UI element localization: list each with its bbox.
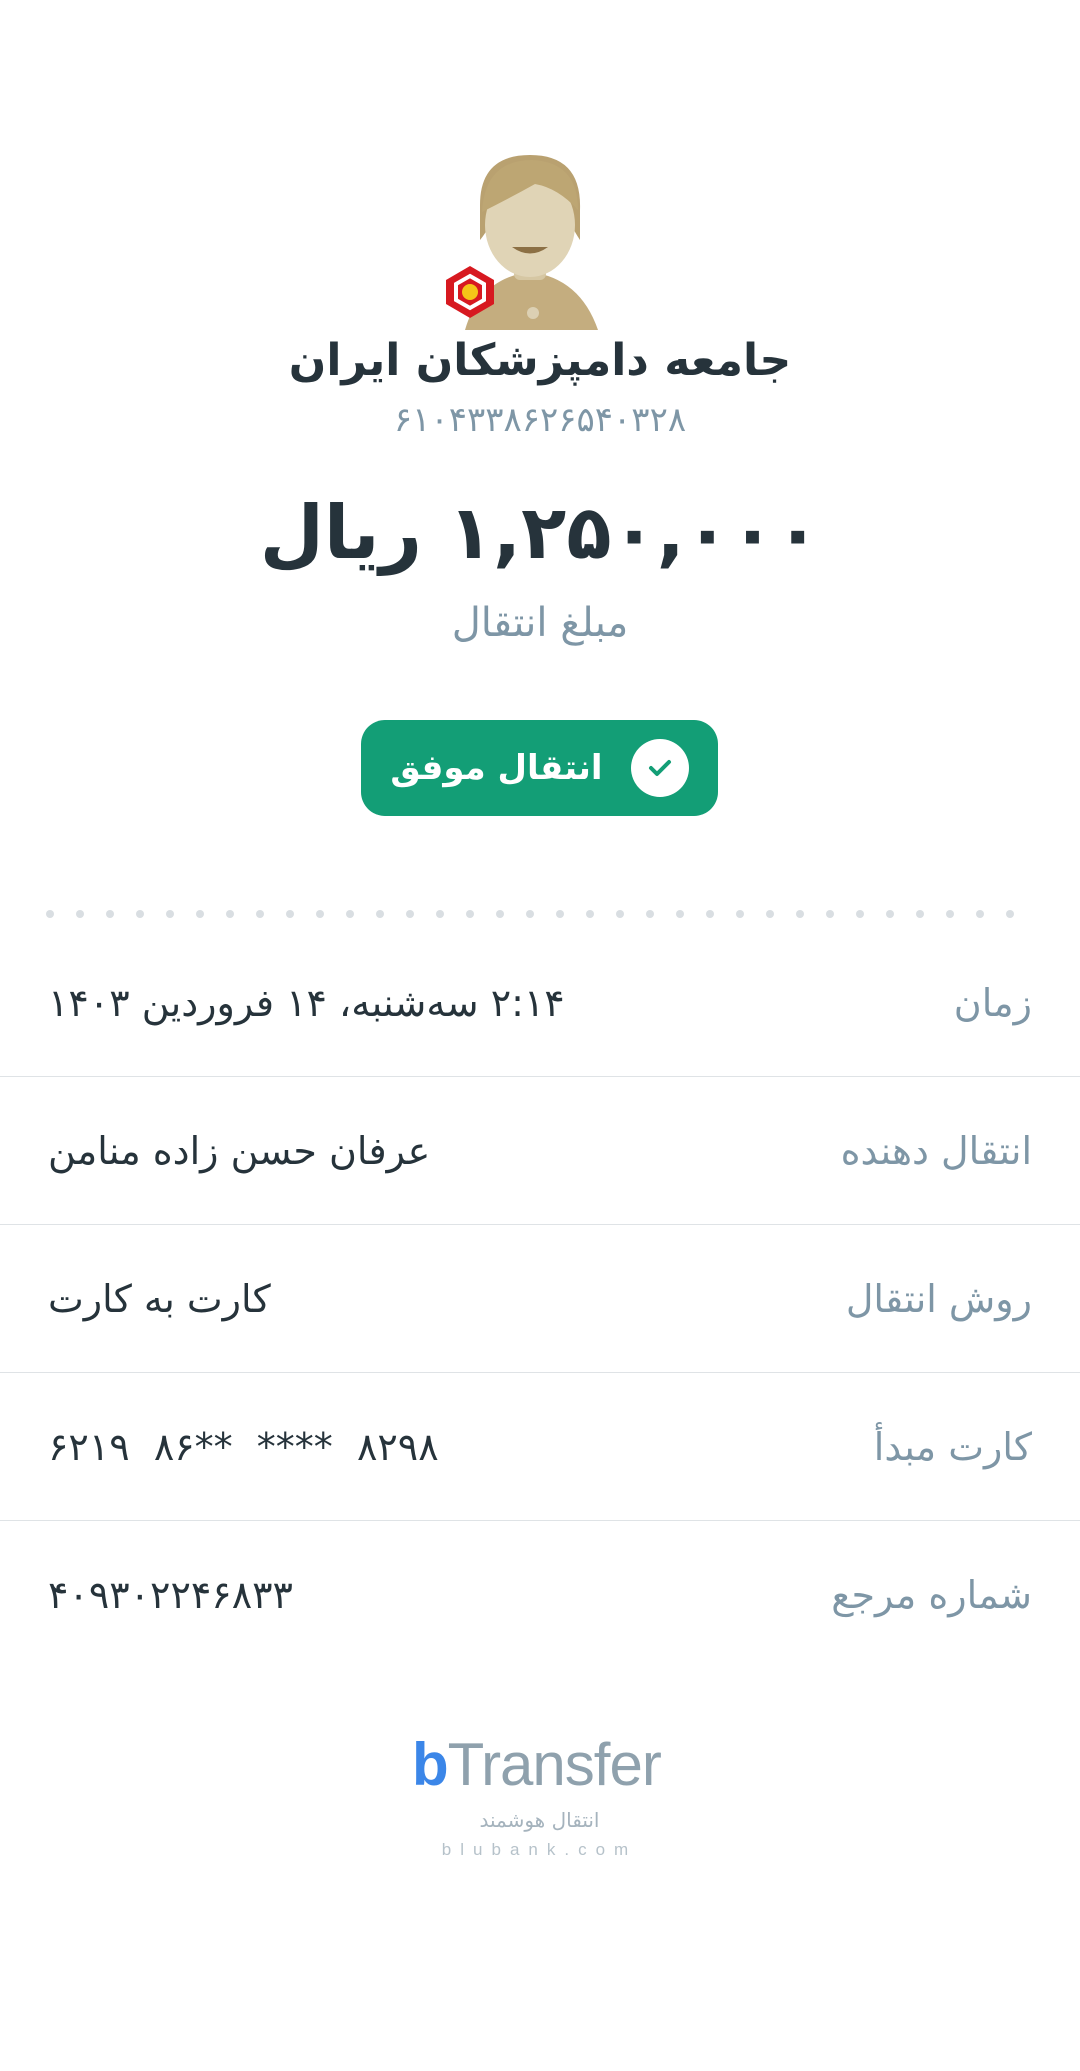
divider-dot — [136, 910, 144, 918]
divider-dot — [946, 910, 954, 918]
divider-dot — [286, 910, 294, 918]
detail-row-source-card: کارت مبدأ ۸۲۹۸ **** **۸۶ ۶۲۱۹ — [0, 1373, 1080, 1521]
detail-value: عرفان حسن زاده منامن — [48, 1129, 431, 1173]
divider-dot — [106, 910, 114, 918]
detail-label: شماره مرجع — [831, 1573, 1032, 1617]
divider-dot — [556, 910, 564, 918]
detail-label: زمان — [953, 981, 1032, 1025]
divider-dot — [436, 910, 444, 918]
detail-row-method: روش انتقال کارت به کارت — [0, 1225, 1080, 1373]
divider-dot — [856, 910, 864, 918]
btransfer-logo: bTransfer انتقال هوشمند blubank.com — [400, 1730, 680, 1860]
divider-dot — [376, 910, 384, 918]
detail-row-reference: شماره مرجع ۴۰۹۳۰۲۲۴۶۸۳۳ — [0, 1521, 1080, 1669]
divider-dot — [256, 910, 264, 918]
divider-dot — [466, 910, 474, 918]
detail-label: کارت مبدأ — [873, 1425, 1032, 1469]
divider-dot — [406, 910, 414, 918]
divider-dot — [796, 910, 804, 918]
logo-tagline: انتقال هوشمند — [479, 1808, 600, 1832]
status-label: انتقال موفق — [390, 748, 603, 788]
divider-dot — [976, 910, 984, 918]
detail-label: انتقال دهنده — [840, 1129, 1032, 1173]
detail-value: ۴۰۹۳۰۲۲۴۶۸۳۳ — [48, 1573, 293, 1617]
divider-dot — [706, 910, 714, 918]
status-badge: انتقال موفق — [361, 720, 718, 816]
logo-wordmark: bTransfer — [412, 1731, 662, 1798]
divider-dot — [76, 910, 84, 918]
divider-dot — [616, 910, 624, 918]
divider-dot — [496, 910, 504, 918]
dotted-divider — [46, 910, 1030, 920]
divider-dot — [766, 910, 774, 918]
divider-dot — [736, 910, 744, 918]
divider-dot — [166, 910, 174, 918]
divider-dot — [346, 910, 354, 918]
divider-dot — [46, 910, 54, 918]
detail-value: کارت به کارت — [48, 1277, 271, 1321]
detail-row-time: زمان ۲:۱۴ سه‌شنبه، ۱۴ فروردین ۱۴۰۳ — [0, 929, 1080, 1077]
detail-value: ۲:۱۴ سه‌شنبه، ۱۴ فروردین ۱۴۰۳ — [48, 981, 565, 1025]
divider-dot — [916, 910, 924, 918]
transfer-amount-label: مبلغ انتقال — [451, 600, 629, 646]
transfer-amount: ۱,۲۵۰,۰۰۰ ریال — [259, 490, 821, 576]
divider-dot — [1006, 910, 1014, 918]
divider-dot — [316, 910, 324, 918]
bank-logo — [440, 262, 500, 322]
divider-dot — [196, 910, 204, 918]
recipient-card-number: ۶۱۰۴۳۳۸۶۲۶۵۴۰۳۲۸ — [393, 400, 687, 440]
check-icon — [630, 739, 689, 797]
recipient-name: جامعه دامپزشکان ایران — [288, 335, 792, 386]
bank-mellat-logo-icon — [446, 266, 494, 318]
divider-dot — [526, 910, 534, 918]
divider-dot — [886, 910, 894, 918]
divider-dot — [226, 910, 234, 918]
detail-label: روش انتقال — [845, 1277, 1032, 1321]
detail-row-sender: انتقال دهنده عرفان حسن زاده منامن — [0, 1077, 1080, 1225]
logo-domain: blubank.com — [441, 1840, 638, 1859]
divider-dot — [826, 910, 834, 918]
detail-value: ۸۲۹۸ **** **۸۶ ۶۲۱۹ — [48, 1425, 439, 1469]
divider-dot — [646, 910, 654, 918]
divider-dot — [586, 910, 594, 918]
divider-dot — [676, 910, 684, 918]
